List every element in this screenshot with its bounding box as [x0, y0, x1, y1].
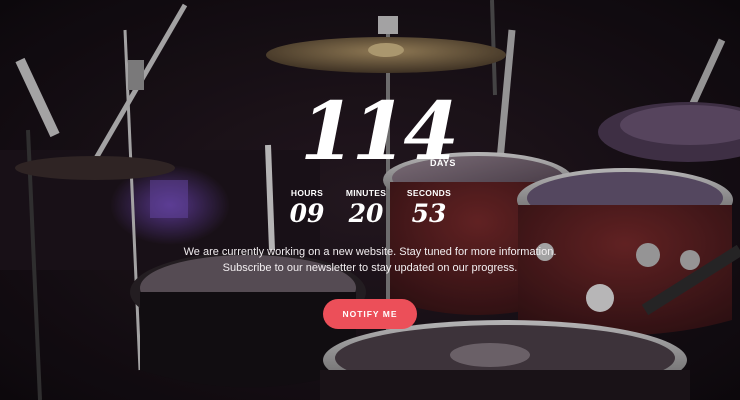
hours-count: 09: [289, 199, 325, 228]
message-line-2: Subscribe to our newsletter to stay upda…: [222, 262, 518, 274]
notify-me-button[interactable]: NOTIFY ME: [323, 299, 417, 329]
days-count: 114: [300, 84, 459, 178]
coming-soon-message: We are currently working on a new websit…: [170, 244, 570, 276]
minutes-label: MINUTES: [345, 188, 387, 198]
seconds-unit: SECONDS 53: [399, 188, 459, 228]
hours-unit: HOURS 09: [277, 188, 337, 228]
hours-label: HOURS: [290, 188, 324, 198]
days-label: DAYS: [430, 158, 456, 168]
seconds-count: 53: [411, 199, 447, 228]
seconds-label: SECONDS: [406, 188, 452, 198]
minutes-count: 20: [348, 199, 384, 228]
minutes-unit: MINUTES 20: [336, 188, 396, 228]
message-line-1: We are currently working on a new websit…: [183, 246, 557, 258]
